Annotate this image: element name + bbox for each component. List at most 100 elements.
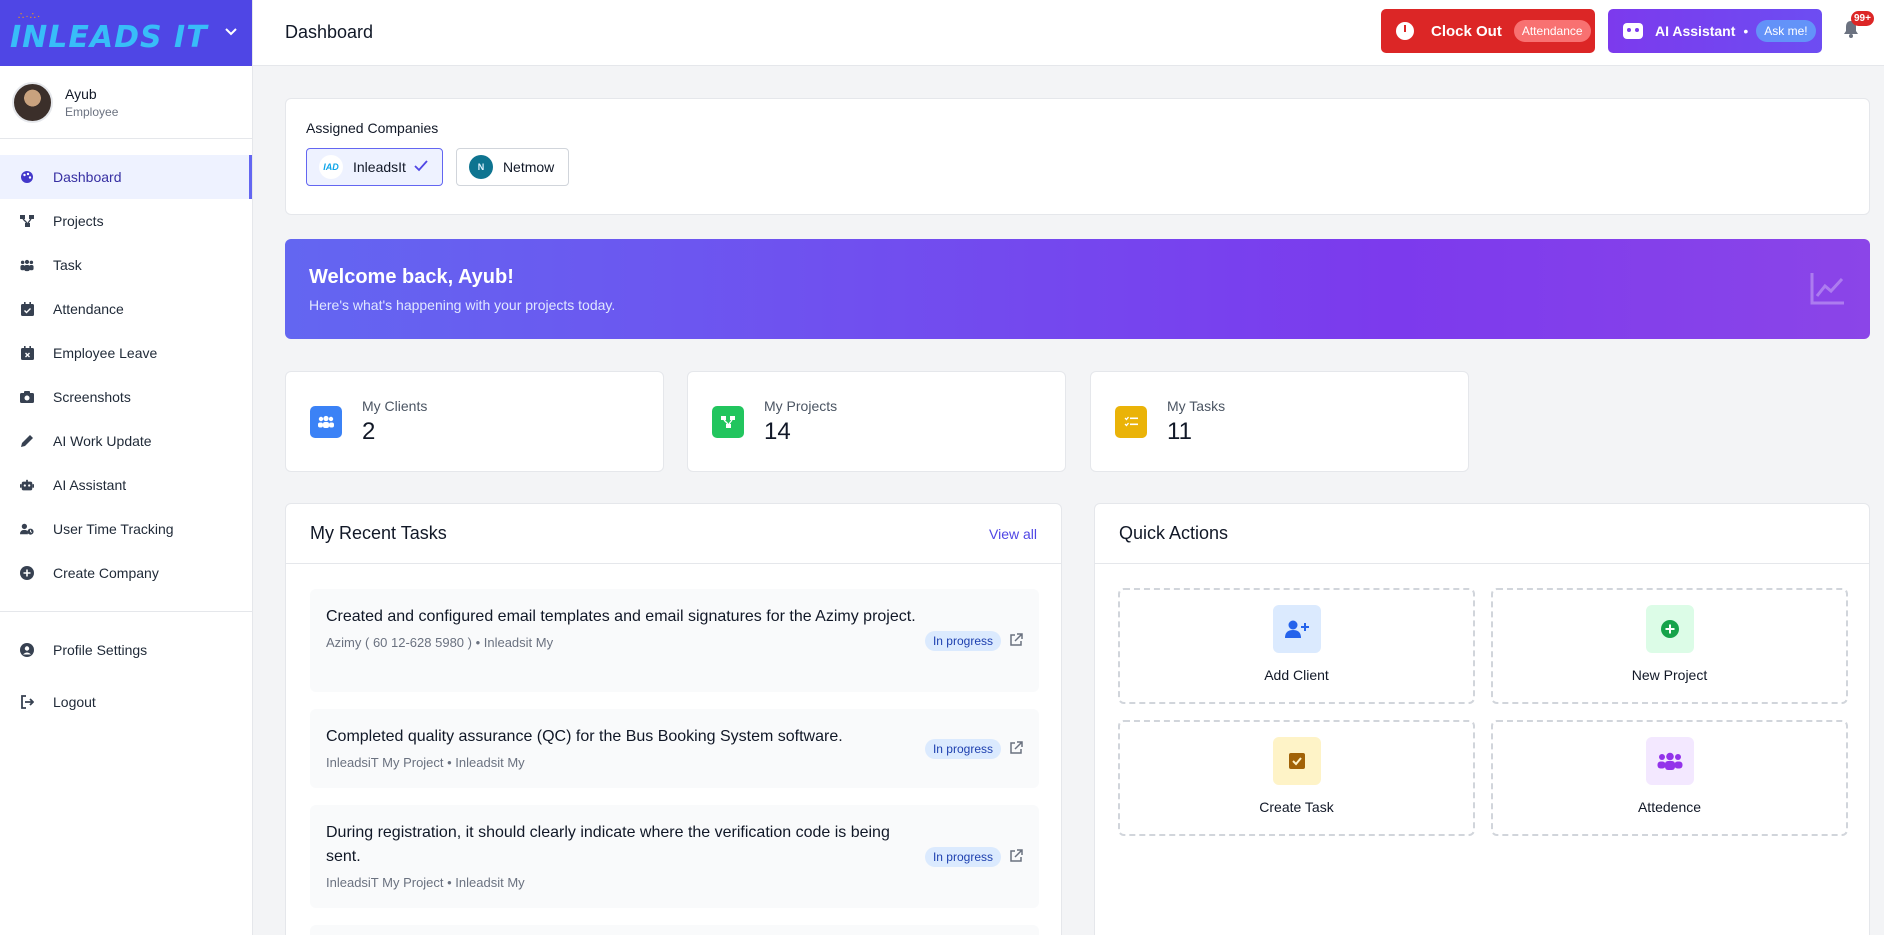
welcome-title: Welcome back, Ayub!: [309, 266, 514, 288]
view-all-link[interactable]: View all: [989, 526, 1037, 542]
check-icon: [414, 159, 428, 176]
status-badge: In progress: [924, 847, 1001, 867]
robot-icon: [20, 478, 34, 492]
quick-actions-panel: Quick Actions Add Client New Project Cre…: [1094, 503, 1870, 935]
quick-action-label: Add Client: [1264, 667, 1329, 683]
clock-out-label: Clock Out: [1431, 22, 1502, 40]
stat-label: My Clients: [362, 397, 428, 414]
user-plus-icon: [1272, 605, 1321, 653]
sidebar-item-label: AI Work Update: [53, 433, 152, 449]
task-item[interactable]: Created and configured email templates a…: [310, 589, 1039, 692]
company-logo[interactable]: ∴·∴· INLEADS IT: [10, 12, 208, 54]
stat-label: My Projects: [764, 397, 838, 414]
ai-assistant-button[interactable]: AI Assistant • Ask me!: [1608, 9, 1822, 53]
sidebar-item-label: Dashboard: [53, 169, 122, 185]
task-title: Completed quality assurance (QC) for the…: [326, 728, 843, 745]
sidebar-item-user-time-tracking[interactable]: User Time Tracking: [0, 507, 252, 551]
welcome-banner: Welcome back, Ayub! Here's what's happen…: [285, 239, 1870, 339]
add-client-button[interactable]: Add Client: [1118, 588, 1475, 704]
logout-icon: [20, 695, 34, 709]
sidebar-item-ai-assistant[interactable]: AI Assistant: [0, 463, 252, 507]
ai-assistant-label: AI Assistant: [1655, 23, 1736, 39]
robot-icon: [1623, 23, 1643, 39]
users-icon: [310, 405, 342, 438]
task-item[interactable]: Completed quality assurance (QC) for the…: [310, 709, 1039, 788]
sidebar-item-profile-settings[interactable]: Profile Settings: [0, 624, 252, 676]
sidebar-item-label: User Time Tracking: [53, 521, 174, 537]
status-badge: In progress: [924, 739, 1001, 759]
stat-card-clients[interactable]: My Clients 2: [285, 371, 664, 472]
sitemap-icon: [712, 405, 744, 438]
sidebar-item-label: Profile Settings: [53, 642, 148, 658]
company-chip-inleadsit[interactable]: IAD InleadsIt: [306, 148, 443, 186]
company-logo-netmow: N: [468, 155, 493, 179]
sidebar-item-label: Screenshots: [53, 389, 131, 405]
sidebar-item-label: Attendance: [53, 301, 124, 317]
clock-icon: [1396, 22, 1414, 40]
tasks-icon: [1115, 405, 1147, 438]
sidebar-item-projects[interactable]: Projects: [0, 199, 252, 243]
user-profile[interactable]: Ayub Employee: [0, 66, 252, 139]
quick-actions-header: Quick Actions: [1095, 504, 1869, 564]
task-meta: InleadsiT My Project • Inleadsit My: [326, 755, 525, 770]
sidebar-item-create-company[interactable]: Create Company: [0, 551, 252, 595]
users-icon: [1645, 737, 1694, 785]
assigned-companies-card: Assigned Companies IAD InleadsIt N Netmo…: [285, 98, 1870, 215]
sidebar-divider: [0, 611, 252, 612]
new-project-button[interactable]: New Project: [1491, 588, 1848, 704]
sidebar-item-label: AI Assistant: [53, 477, 127, 493]
ai-separator: •: [1743, 23, 1749, 39]
sidebar-item-employee-leave[interactable]: Employee Leave: [0, 331, 252, 375]
sidebar-item-label: Logout: [53, 694, 96, 710]
stat-card-tasks[interactable]: My Tasks 11: [1090, 371, 1469, 472]
sidebar-item-ai-work-update[interactable]: AI Work Update: [0, 419, 252, 463]
recent-tasks-header: My Recent Tasks View all: [286, 504, 1061, 564]
chevron-down-icon[interactable]: [224, 24, 238, 43]
sitemap-icon: [20, 214, 34, 228]
sidebar-item-task[interactable]: Task: [0, 243, 252, 287]
user-name: Ayub: [65, 85, 97, 102]
stat-label: My Tasks: [1167, 397, 1226, 414]
attendance-action-button[interactable]: Attedence: [1491, 720, 1848, 836]
clock-out-button[interactable]: Clock Out Attendance: [1381, 9, 1595, 53]
avatar: [12, 81, 53, 123]
plus-circle-icon: [1645, 605, 1694, 653]
sidebar-item-logout[interactable]: Logout: [0, 676, 252, 728]
stat-value: 14: [764, 417, 791, 445]
stat-card-projects[interactable]: My Projects 14: [687, 371, 1066, 472]
quick-action-label: New Project: [1631, 667, 1708, 683]
calendar-check-icon: [20, 302, 34, 316]
recent-tasks-title: My Recent Tasks: [310, 523, 447, 543]
sidebar-item-label: Task: [53, 257, 82, 273]
company-chip-netmow[interactable]: N Netmow: [455, 148, 570, 186]
task-meta: InleadsiT My Project • Inleadsit My: [326, 875, 525, 890]
status-badge: In progress: [924, 631, 1001, 651]
notification-badge: 99+: [1851, 11, 1874, 26]
user-role: Employee: [65, 104, 119, 119]
sidebar-item-label: Employee Leave: [53, 345, 158, 361]
company-chips: IAD InleadsIt N Netmow: [306, 148, 1849, 186]
check-square-icon: [1272, 737, 1321, 785]
assigned-companies-title: Assigned Companies: [306, 120, 439, 136]
create-task-button[interactable]: Create Task: [1118, 720, 1475, 836]
camera-icon: [20, 390, 34, 404]
company-logo-inleadsit: IAD: [319, 155, 343, 179]
sidebar-item-screenshots[interactable]: Screenshots: [0, 375, 252, 419]
quick-action-label: Create Task: [1259, 799, 1334, 815]
task-title: During registration, it should clearly i…: [326, 824, 890, 865]
external-link-icon[interactable]: [1009, 849, 1023, 863]
task-item[interactable]: During registration, it should clearly i…: [310, 805, 1039, 908]
sidebar-item-attendance[interactable]: Attendance: [0, 287, 252, 331]
task-meta: Azimy ( 60 12-628 5980 ) • Inleadsit My: [326, 635, 554, 650]
attendance-pill: Attendance: [1513, 20, 1591, 42]
task-item[interactable]: [310, 925, 1039, 935]
pencil-icon: [20, 434, 34, 448]
sidebar-item-label: Create Company: [53, 565, 159, 581]
external-link-icon[interactable]: [1009, 633, 1023, 647]
company-name: InleadsIt: [353, 159, 406, 175]
sidebar-item-dashboard[interactable]: Dashboard: [0, 155, 252, 199]
quick-action-label: Attedence: [1637, 799, 1702, 815]
user-circle-icon: [20, 643, 34, 657]
external-link-icon[interactable]: [1009, 741, 1023, 755]
welcome-subtitle: Here's what's happening with your projec…: [309, 297, 616, 313]
